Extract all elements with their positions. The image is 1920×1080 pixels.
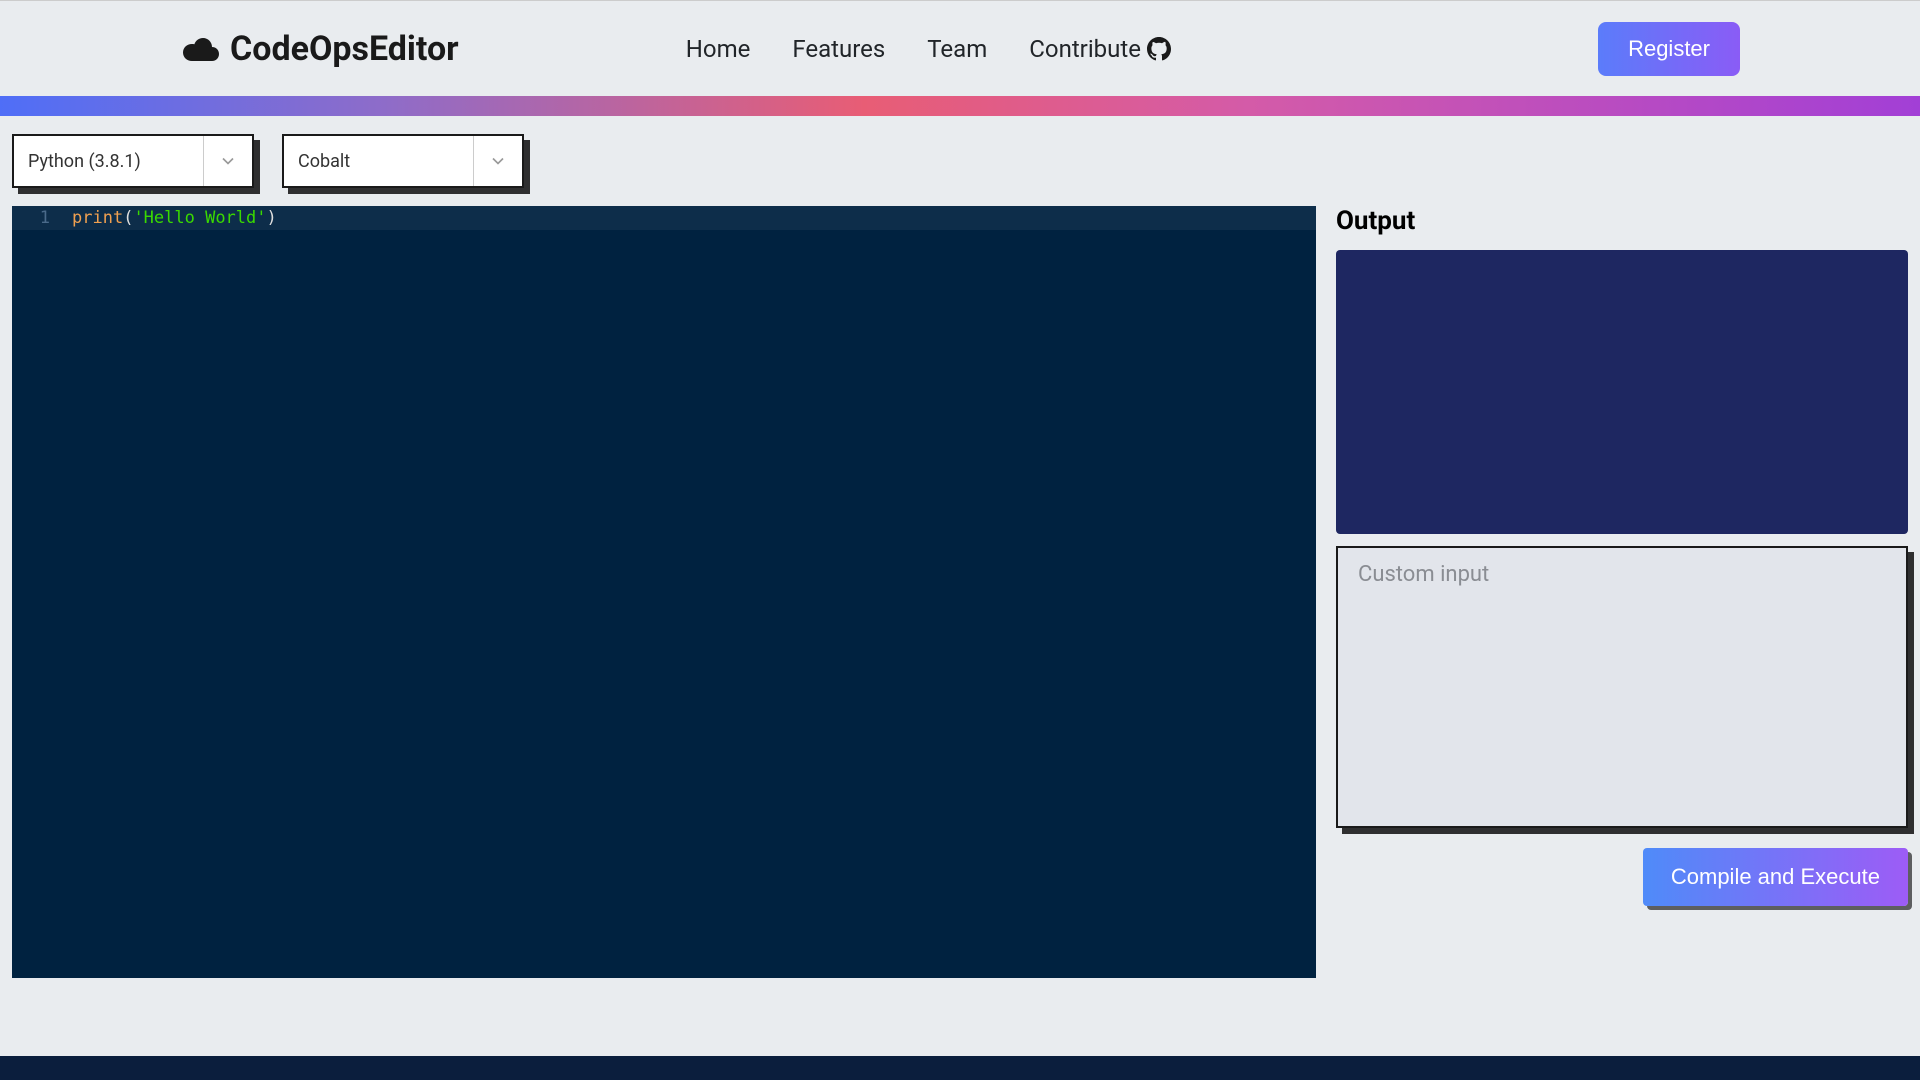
navbar: CodeOpsEditor Home Features Team Contrib… [0, 0, 1920, 96]
code-token-paren: ( [123, 208, 133, 228]
nav-contribute[interactable]: Contribute [1029, 35, 1171, 63]
brand[interactable]: CodeOpsEditor [180, 29, 459, 69]
register-button[interactable]: Register [1598, 22, 1740, 76]
nav-features[interactable]: Features [792, 35, 885, 63]
chevron-down-icon [488, 151, 508, 171]
code-content: print('Hello World') [72, 208, 277, 228]
select-divider [203, 136, 238, 186]
line-number: 1 [12, 208, 72, 228]
nav-contribute-label: Contribute [1029, 35, 1141, 63]
code-editor[interactable]: 1 print('Hello World') [12, 206, 1316, 978]
language-select-value: Python (3.8.1) [28, 151, 141, 172]
toolbar: Python (3.8.1) Cobalt [0, 116, 1920, 206]
cloud-icon [180, 35, 220, 63]
footer-bar [0, 1056, 1920, 1080]
nav-team[interactable]: Team [927, 35, 987, 63]
right-panel: Output Compile and Execute [1336, 206, 1908, 978]
github-icon [1147, 37, 1171, 61]
language-select[interactable]: Python (3.8.1) [12, 134, 254, 188]
code-token-func: print [72, 208, 123, 228]
nav-home[interactable]: Home [686, 35, 751, 63]
select-divider [473, 136, 508, 186]
editor-line: 1 print('Hello World') [12, 206, 1316, 230]
nav-links: Home Features Team Contribute [686, 35, 1171, 63]
gradient-bar [0, 96, 1920, 116]
brand-name: CodeOpsEditor [230, 29, 459, 69]
code-token-paren: ) [267, 208, 277, 228]
output-label: Output [1336, 206, 1908, 236]
output-box [1336, 250, 1908, 534]
main: 1 print('Hello World') Output Compile an… [0, 206, 1920, 978]
theme-select[interactable]: Cobalt [282, 134, 524, 188]
chevron-down-icon [218, 151, 238, 171]
compile-execute-button[interactable]: Compile and Execute [1643, 848, 1908, 906]
code-token-string: 'Hello World' [133, 208, 266, 228]
theme-select-value: Cobalt [298, 151, 350, 172]
custom-input[interactable] [1336, 546, 1908, 828]
